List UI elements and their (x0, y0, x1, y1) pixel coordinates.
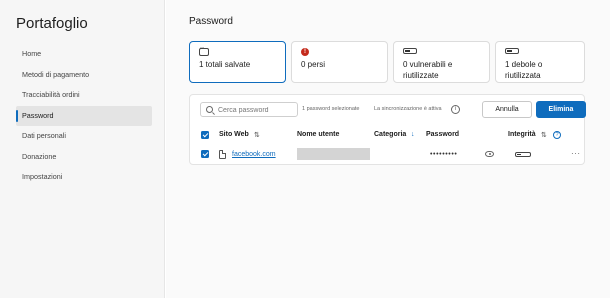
sidebar-item-home[interactable]: Home (16, 44, 152, 65)
search-input[interactable] (218, 104, 296, 116)
selected-count: 1 password selezionate (302, 106, 360, 112)
card-vulnerable-reused[interactable]: 0 vulnerabili e riutilizzate (393, 41, 490, 83)
sidebar-item-order-tracking[interactable]: Tracciabilità ordini (16, 85, 152, 106)
column-password[interactable]: Password (426, 131, 459, 138)
search-icon (206, 106, 213, 113)
sort-icon[interactable]: ⇅ (254, 131, 260, 139)
info-icon[interactable]: i (451, 105, 460, 114)
table-row[interactable]: facebook.com ••••••••• ··· (190, 147, 584, 163)
sidebar-item-personal-data[interactable]: Dati personali (16, 126, 152, 147)
page-title: Password (189, 16, 233, 27)
sidebar-nav: Home Metodi di pagamento Tracciabilità o… (16, 44, 152, 188)
search-box[interactable] (200, 102, 298, 117)
strength-bar-icon (403, 48, 417, 54)
column-site[interactable]: Sito Web (219, 131, 249, 138)
select-all-checkbox[interactable] (201, 131, 209, 139)
sidebar-item-settings[interactable]: Impostazioni (16, 167, 152, 188)
card-weak-reused[interactable]: 1 debole o riutilizzata (495, 41, 585, 83)
sync-status: La sincronizzazione è attiva (374, 106, 442, 112)
sidebar-item-password[interactable]: Password (16, 105, 152, 126)
strength-bar-icon (505, 48, 519, 54)
table-header: Sito Web ⇅ Nome utente Categoria ↓ Passw… (190, 128, 584, 144)
file-icon (219, 150, 226, 159)
sidebar: Portafoglio Home Metodi di pagamento Tra… (0, 0, 165, 298)
column-integrity[interactable]: Integrità (508, 131, 536, 138)
row-checkbox[interactable] (201, 150, 209, 158)
card-lost[interactable]: ! 0 persi (291, 41, 388, 83)
password-table-panel: 1 password selezionate La sincronizzazio… (189, 94, 586, 165)
more-options-icon[interactable]: ··· (571, 149, 581, 158)
site-link[interactable]: facebook.com (232, 151, 276, 158)
password-icon (199, 46, 209, 56)
sort-icon[interactable]: ⇅ (541, 131, 547, 139)
sidebar-item-donation[interactable]: Donazione (16, 147, 152, 168)
delete-button[interactable]: Elimina (536, 101, 586, 118)
card-label: 0 persi (301, 60, 326, 69)
card-label: 0 vulnerabili e riutilizzate (403, 60, 453, 80)
help-icon[interactable]: ? (553, 131, 561, 139)
main-content: Password 1 totali salvate ! 0 persi 0 vu… (166, 0, 610, 298)
eye-icon[interactable] (485, 151, 494, 157)
card-label: 1 totali salvate (199, 60, 251, 69)
error-icon: ! (301, 48, 309, 56)
strength-meter-fill (517, 154, 522, 155)
card-total-saved[interactable]: 1 totali salvate (189, 41, 286, 83)
app-title: Portafoglio (16, 15, 88, 32)
column-category[interactable]: Categoria (374, 131, 406, 138)
column-username[interactable]: Nome utente (297, 131, 339, 138)
username-redacted (297, 148, 370, 160)
sort-down-icon[interactable]: ↓ (411, 131, 415, 138)
strength-meter (515, 152, 531, 157)
cancel-button[interactable]: Annulla (482, 101, 532, 118)
password-masked: ••••••••• (430, 151, 458, 158)
card-label: 1 debole o riutilizzata (505, 60, 543, 80)
sidebar-item-payment-methods[interactable]: Metodi di pagamento (16, 65, 152, 86)
